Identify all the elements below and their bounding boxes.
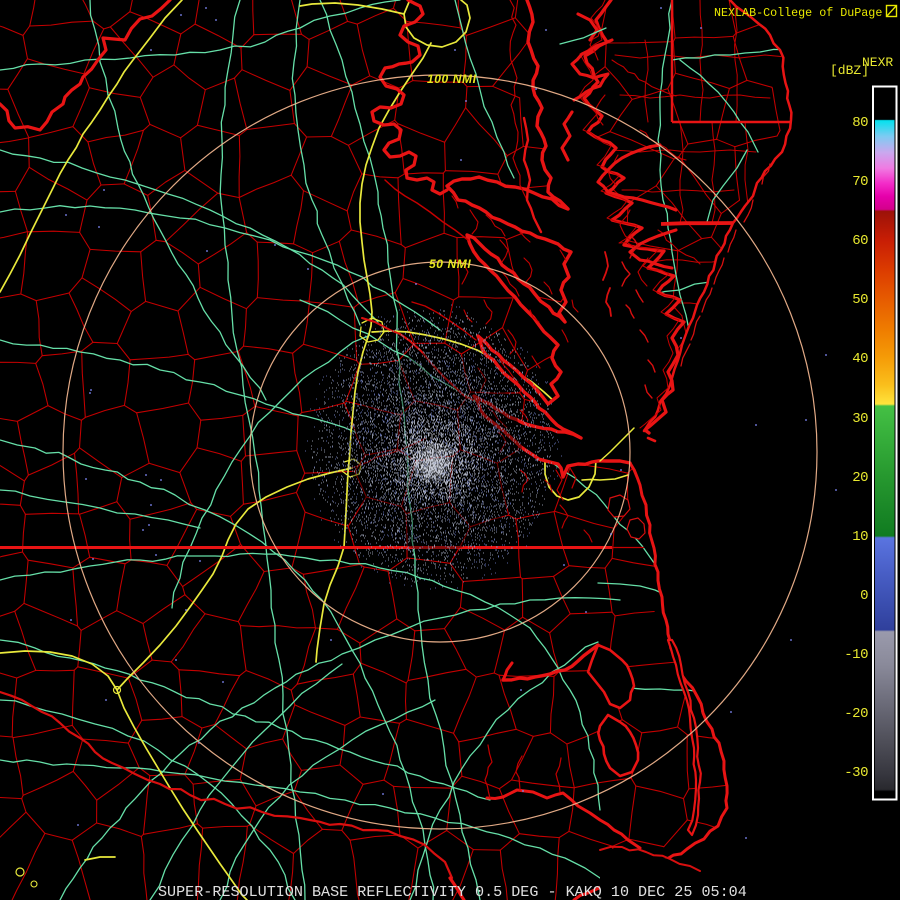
svg-text:50 NMI: 50 NMI: [429, 257, 471, 271]
svg-text:-10: -10: [844, 647, 868, 663]
svg-text:10: 10: [852, 529, 868, 545]
svg-text:SUPER-RESOLUTION BASE REFLECTI: SUPER-RESOLUTION BASE REFLECTIVITY 0.5 D…: [158, 883, 747, 900]
svg-text:NEXLAB-College of DuPage: NEXLAB-College of DuPage: [714, 6, 882, 20]
svg-text:100 NMI: 100 NMI: [427, 72, 477, 86]
svg-text:50: 50: [852, 292, 868, 308]
svg-text:[dBZ]: [dBZ]: [830, 63, 869, 78]
svg-text:60: 60: [852, 233, 868, 249]
svg-text:70: 70: [852, 174, 868, 190]
svg-text:0: 0: [860, 588, 868, 604]
svg-text:20: 20: [852, 470, 868, 486]
svg-text:80: 80: [852, 115, 868, 131]
svg-text:30: 30: [852, 411, 868, 427]
svg-text:40: 40: [852, 351, 868, 367]
svg-text:-20: -20: [844, 706, 868, 722]
svg-text:-30: -30: [844, 765, 868, 781]
